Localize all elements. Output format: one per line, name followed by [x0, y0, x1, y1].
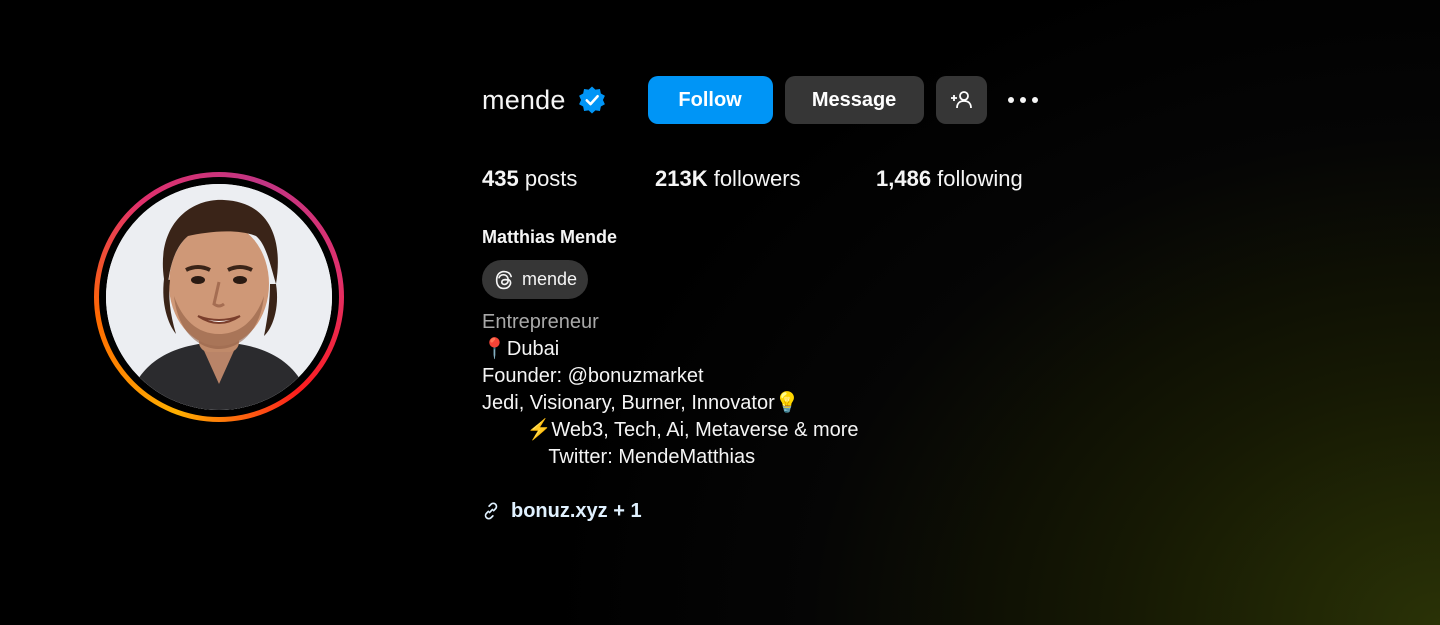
following-number: 1,486	[876, 166, 932, 191]
profile-photo	[106, 184, 332, 410]
avatar[interactable]	[106, 184, 332, 410]
threads-icon	[493, 269, 515, 291]
threads-handle: mende	[522, 269, 578, 289]
category-label: Entrepreneur	[482, 311, 599, 333]
posts-label: posts	[518, 166, 578, 191]
more-options-button[interactable]	[1007, 76, 1039, 124]
following-label: following	[931, 166, 1023, 191]
external-link[interactable]: bonuz.xyz + 1	[482, 498, 642, 524]
bio-line: Founder: @bonuzmarket	[482, 365, 704, 387]
follow-button[interactable]: Follow	[647, 76, 773, 124]
add-user-icon	[951, 91, 972, 109]
followers-number: 213K	[655, 166, 708, 191]
username: mende	[482, 84, 566, 115]
bio-line: Twitter: MendeMatthias	[482, 446, 756, 468]
profile-stats: 435 posts 213K followers 1,486 following	[482, 166, 1023, 192]
bio-line: Jedi, Visionary, Burner, Innovator💡	[482, 392, 800, 414]
threads-badge-button[interactable]: mende	[482, 260, 589, 299]
posts-number: 435	[482, 166, 519, 191]
more-options-icon	[1007, 97, 1038, 103]
following-link[interactable]: 1,486 following	[876, 166, 1023, 192]
bio-line: 📍Dubai	[482, 338, 560, 360]
full-name: Matthias Mende	[482, 227, 618, 247]
posts-count: 435 posts	[482, 166, 655, 192]
link-icon	[482, 502, 500, 520]
followers-label: followers	[707, 166, 801, 191]
link-text: bonuz.xyz + 1	[511, 499, 642, 522]
profile-header: mende Follow Message	[482, 76, 1039, 124]
story-ring[interactable]	[94, 172, 344, 422]
bio-line: ⚡Web3, Tech, Ai, Metaverse & more	[482, 419, 859, 441]
avatar-border	[99, 177, 339, 417]
suggest-similar-button[interactable]	[935, 76, 987, 124]
bio: Entrepreneur 📍Dubai Founder: @bonuzmarke…	[482, 309, 859, 471]
message-button[interactable]: Message	[784, 76, 924, 124]
followers-link[interactable]: 213K followers	[655, 166, 876, 192]
verified-badge-icon	[577, 85, 607, 115]
